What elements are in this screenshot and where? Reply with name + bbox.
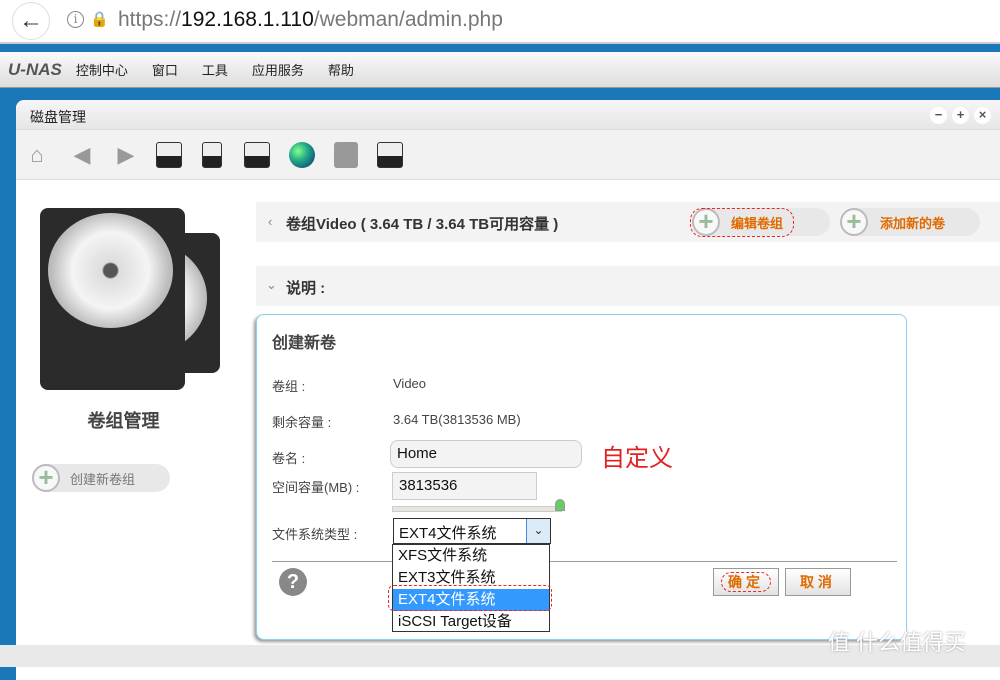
group-value: Video bbox=[393, 376, 427, 391]
ok-button[interactable]: 确定 bbox=[713, 568, 779, 596]
volume-group-title: 卷组Video ( 3.64 TB / 3.64 TB可用容量 ) bbox=[286, 216, 559, 233]
dialog-title: 创建新卷 bbox=[272, 335, 337, 352]
multi-disk-icon[interactable] bbox=[244, 142, 270, 168]
disk-check-icon[interactable] bbox=[334, 142, 358, 168]
url-host: 192.168.1.110 bbox=[181, 8, 314, 31]
menu-window[interactable]: 窗口 bbox=[152, 60, 178, 79]
cancel-button[interactable]: 取消 bbox=[785, 568, 851, 596]
lock-warning-icon[interactable]: 🔒 bbox=[90, 10, 109, 28]
volume-name-label: 卷名 : bbox=[272, 451, 306, 466]
capacity-input[interactable]: 3813536 bbox=[392, 472, 537, 500]
disk-icon[interactable] bbox=[156, 142, 182, 168]
url-prefix: https:// bbox=[118, 8, 182, 31]
back-button[interactable]: ← bbox=[12, 2, 50, 40]
capacity-slider[interactable] bbox=[392, 499, 565, 512]
menu-control-center[interactable]: 控制中心 bbox=[76, 60, 128, 79]
filesystem-label: 文件系统类型 : bbox=[272, 527, 358, 542]
create-volume-group-button[interactable]: + 创建新卷组 bbox=[32, 464, 170, 492]
sidebar-title: 卷组管理 bbox=[87, 411, 160, 431]
toolbar: ⌂ ◀ ▶ bbox=[16, 130, 1000, 180]
slider-handle[interactable] bbox=[555, 499, 565, 511]
menu-help[interactable]: 帮助 bbox=[328, 60, 354, 79]
volume-name-input[interactable]: Home bbox=[390, 440, 582, 468]
close-button[interactable]: × bbox=[974, 107, 991, 124]
volume-group-header: ‹ 卷组Video ( 3.64 TB / 3.64 TB可用容量 ) + 编辑… bbox=[256, 202, 1000, 242]
network-globe-icon[interactable] bbox=[289, 142, 315, 168]
edit-volume-group-button[interactable]: + 编辑卷组 bbox=[690, 207, 830, 237]
free-capacity-label: 剩余容量 : bbox=[272, 415, 332, 430]
description-label: 说明 : bbox=[286, 280, 326, 297]
disk-list-icon[interactable] bbox=[377, 142, 403, 168]
create-volume-dialog: 创建新卷 卷组 : Video 剩余容量 : 3.64 TB(3813536 M… bbox=[256, 314, 907, 640]
watermark: 值 什么值得买 bbox=[828, 630, 967, 655]
free-capacity-value: 3.64 TB(3813536 MB) bbox=[393, 412, 521, 427]
option-iscsi[interactable]: iSCSI Target设备 bbox=[393, 611, 549, 633]
group-label: 卷组 : bbox=[272, 379, 306, 394]
plus-icon: + bbox=[840, 208, 868, 236]
help-icon[interactable]: ? bbox=[279, 568, 307, 596]
collapse-chevron-icon[interactable]: ‹ bbox=[268, 214, 272, 229]
hdd-illustration bbox=[40, 208, 240, 398]
maximize-button[interactable]: + bbox=[952, 107, 969, 124]
browser-bar: ← i 🔒 https://192.168.1.110/webman/admin… bbox=[0, 0, 1000, 44]
menu-app-services[interactable]: 应用服务 bbox=[252, 60, 304, 79]
back-icon[interactable]: ◀ bbox=[69, 142, 95, 168]
option-xfs[interactable]: XFS文件系统 bbox=[393, 545, 549, 567]
minimize-button[interactable]: − bbox=[930, 107, 947, 124]
filesystem-selected-value: EXT4文件系统 bbox=[399, 525, 497, 542]
edit-volume-group-label: 编辑卷组 bbox=[690, 207, 795, 237]
capacity-label: 空间容量(MB) : bbox=[272, 480, 360, 495]
divider bbox=[272, 561, 897, 562]
custom-annotation: 自定义 bbox=[601, 445, 673, 472]
expand-chevron-icon[interactable]: ⌄ bbox=[266, 277, 277, 293]
ext4-highlight-annotation bbox=[388, 585, 552, 611]
ok-label: 确定 bbox=[721, 572, 771, 592]
forward-icon[interactable]: ▶ bbox=[113, 142, 139, 168]
add-volume-button[interactable]: + 添加新的卷 bbox=[840, 208, 980, 236]
url-path: /webman/admin.php bbox=[313, 8, 503, 31]
disk-stack-icon[interactable] bbox=[202, 142, 222, 168]
window-title: 磁盘管理 bbox=[30, 109, 86, 125]
filesystem-select[interactable]: EXT4文件系统 ⌄ bbox=[393, 518, 551, 544]
menu-tools[interactable]: 工具 bbox=[202, 60, 228, 79]
chevron-down-icon[interactable]: ⌄ bbox=[526, 519, 550, 543]
logo: U-NAS bbox=[8, 59, 62, 79]
add-volume-label: 添加新的卷 bbox=[880, 215, 946, 231]
app-menubar: U-NAS 控制中心 窗口 工具 应用服务 帮助 bbox=[0, 52, 1000, 88]
create-volume-group-label: 创建新卷组 bbox=[70, 471, 136, 487]
address-bar[interactable]: https://192.168.1.110/webman/admin.php bbox=[118, 8, 503, 32]
info-icon[interactable]: i bbox=[67, 11, 84, 28]
window-titlebar[interactable]: 磁盘管理 − + × bbox=[16, 100, 1000, 130]
description-section: ⌄ 说明 : bbox=[256, 266, 1000, 306]
home-icon[interactable]: ⌂ bbox=[24, 142, 50, 168]
plus-icon: + bbox=[32, 464, 60, 492]
